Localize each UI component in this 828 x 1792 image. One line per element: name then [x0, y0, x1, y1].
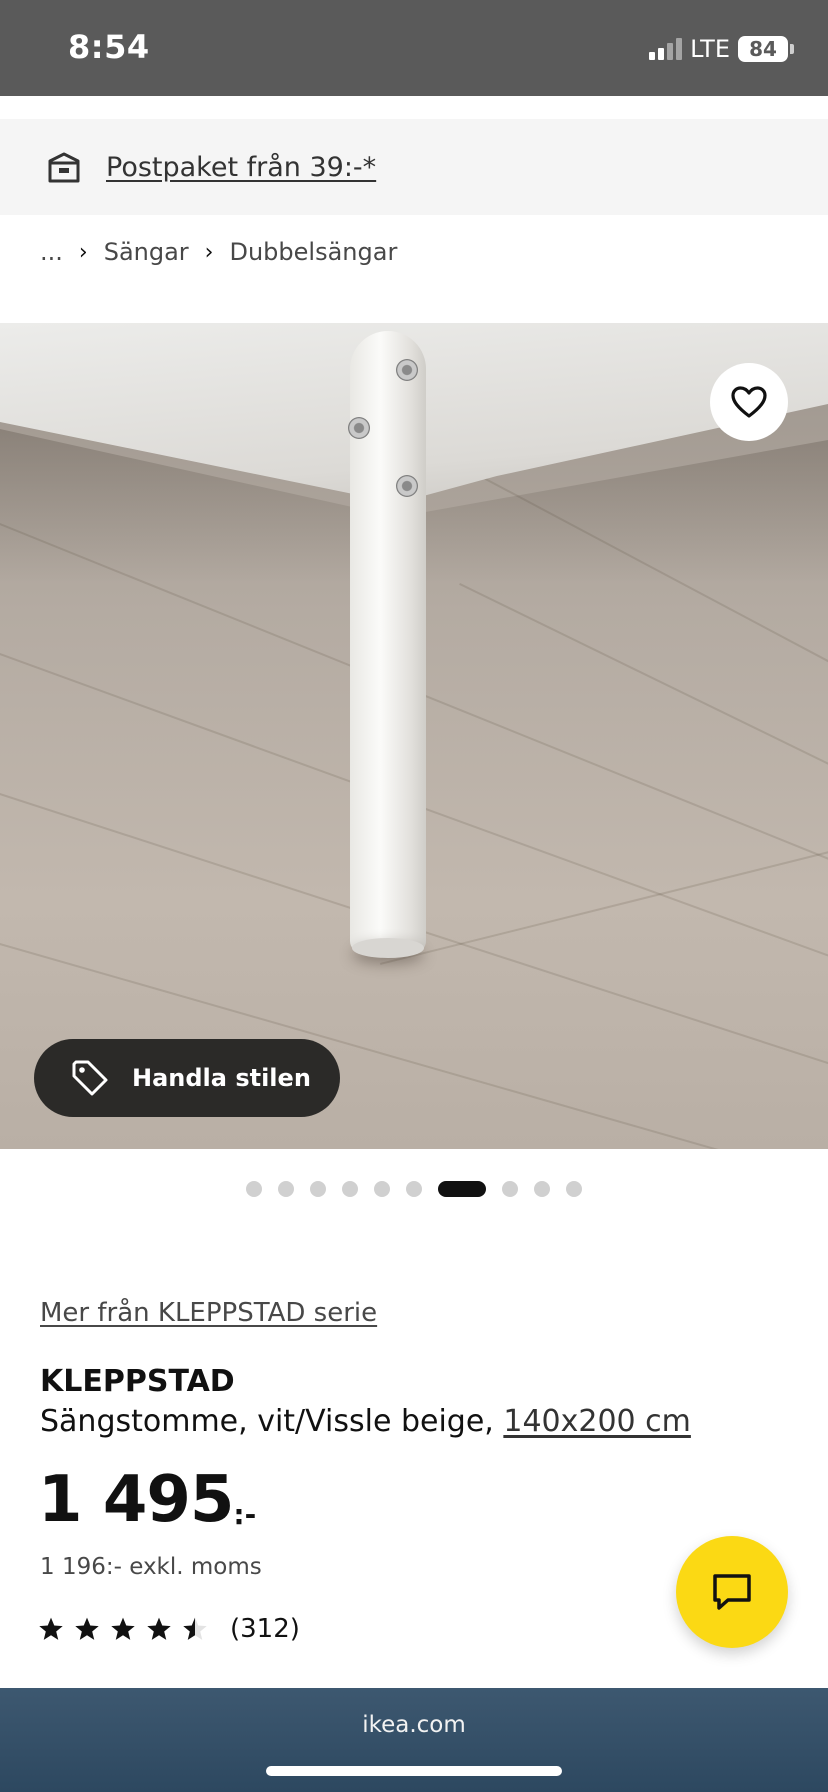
- star-icon: [147, 1617, 171, 1640]
- battery-tip: [790, 44, 794, 54]
- pagination-dot-active[interactable]: [438, 1181, 486, 1197]
- product-description-text: Sängstomme, vit/Vissle beige,: [40, 1404, 504, 1439]
- price-excl-vat: 1 196:- exkl. moms: [40, 1554, 262, 1580]
- pagination-dot[interactable]: [406, 1181, 422, 1197]
- review-count[interactable]: (312): [230, 1614, 300, 1644]
- pagination-dot[interactable]: [342, 1181, 358, 1197]
- series-link[interactable]: Mer från KLEPPSTAD serie: [40, 1298, 377, 1328]
- breadcrumb-double-beds[interactable]: Dubbelsängar: [229, 238, 397, 266]
- chevron-right-icon: ›: [204, 239, 214, 265]
- price-amount: 1 495: [38, 1463, 234, 1537]
- price-suffix: :-: [233, 1498, 257, 1531]
- battery-icon: 84: [738, 36, 788, 62]
- delivery-link[interactable]: Postpaket från 39:-*: [106, 152, 376, 183]
- size-link[interactable]: 140x200 cm: [503, 1404, 691, 1439]
- chat-icon: [713, 1574, 751, 1610]
- status-time: 8:54: [68, 28, 150, 66]
- battery-level: 84: [749, 37, 777, 61]
- shop-the-style-button[interactable]: Handla stilen: [34, 1039, 340, 1117]
- product-description: Sängstomme, vit/Vissle beige, 140x200 cm: [40, 1404, 691, 1439]
- rating[interactable]: (312): [38, 1614, 300, 1644]
- star-icon: [75, 1617, 99, 1640]
- bolt: [348, 417, 370, 439]
- tag-icon: [72, 1060, 108, 1096]
- favorite-button[interactable]: [710, 363, 788, 441]
- pagination-dot[interactable]: [278, 1181, 294, 1197]
- bed-leg-foot: [352, 938, 424, 958]
- pagination-dot[interactable]: [374, 1181, 390, 1197]
- star-icon: [111, 1617, 135, 1640]
- product-image[interactable]: Handla stilen: [0, 323, 828, 1149]
- rating-stars: [38, 1616, 208, 1642]
- star-icon: [39, 1617, 63, 1640]
- image-pagination: [0, 1181, 828, 1197]
- network-type: LTE: [690, 35, 730, 63]
- chat-button[interactable]: [676, 1536, 788, 1648]
- product-name: KLEPPSTAD: [40, 1364, 235, 1399]
- price: 1 495 :-: [38, 1468, 256, 1532]
- chevron-right-icon: ›: [78, 239, 88, 265]
- package-icon: [48, 152, 80, 183]
- pagination-dot[interactable]: [502, 1181, 518, 1197]
- pagination-dot[interactable]: [566, 1181, 582, 1197]
- signal-icon: [649, 38, 683, 60]
- url-display[interactable]: ikea.com: [0, 1712, 828, 1738]
- status-indicators: LTE 84: [649, 34, 794, 64]
- bolt: [396, 475, 418, 497]
- bolt: [396, 359, 418, 381]
- pagination-dot[interactable]: [534, 1181, 550, 1197]
- shop-the-style-label: Handla stilen: [132, 1064, 311, 1092]
- pagination-dot[interactable]: [310, 1181, 326, 1197]
- half-star-icon: [183, 1617, 207, 1640]
- heart-icon: [731, 386, 767, 418]
- pagination-dot[interactable]: [246, 1181, 262, 1197]
- breadcrumb: ... › Sängar › Dubbelsängar: [40, 238, 397, 266]
- status-bar: 8:54 LTE 84: [0, 0, 828, 96]
- breadcrumb-ellipsis[interactable]: ...: [40, 238, 63, 266]
- breadcrumb-beds[interactable]: Sängar: [104, 238, 189, 266]
- home-indicator[interactable]: [266, 1766, 562, 1776]
- delivery-banner[interactable]: Postpaket från 39:-*: [0, 119, 828, 215]
- browser-bar: ikea.com: [0, 1688, 828, 1792]
